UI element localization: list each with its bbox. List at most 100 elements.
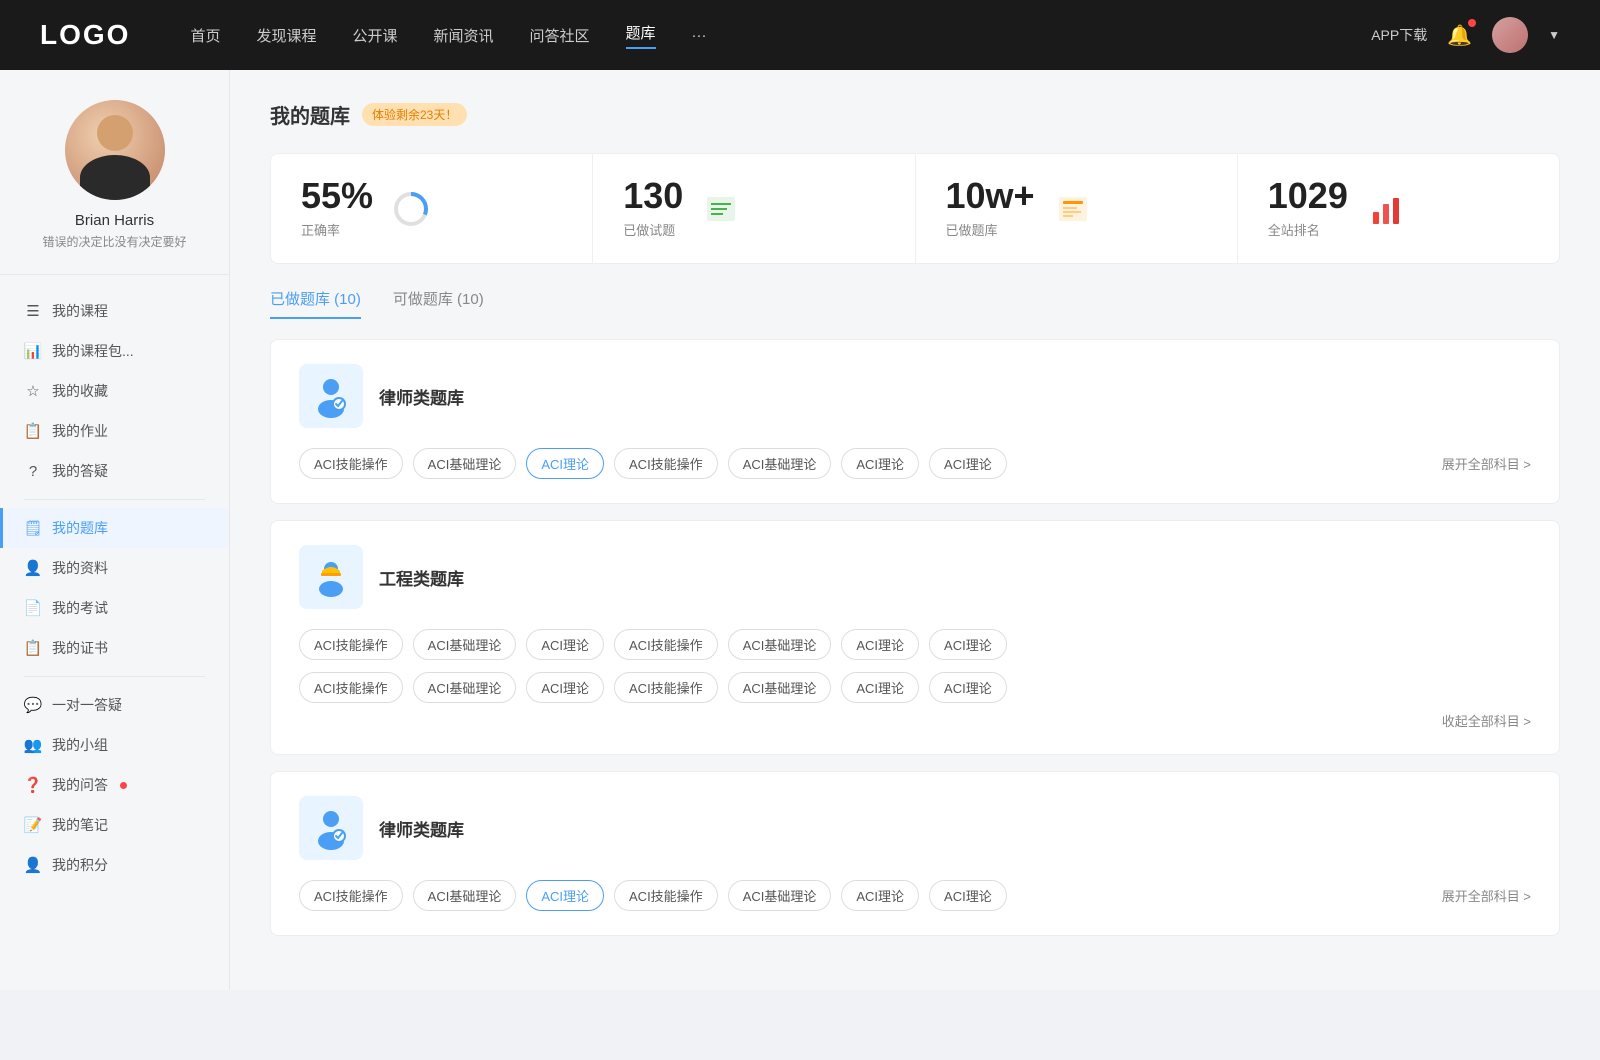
bell-icon: 🔔 xyxy=(1447,25,1472,47)
stat-number-questions: 130 xyxy=(623,178,683,214)
tag-3-6[interactable]: ACI理论 xyxy=(929,880,1007,911)
tag-1-2[interactable]: ACI理论 xyxy=(526,448,604,479)
tag-2-3[interactable]: ACI技能操作 xyxy=(614,629,718,660)
sidebar-item-bank[interactable]: 🗒 我的题库 xyxy=(0,508,229,548)
sidebar-item-points[interactable]: 👤 我的积分 xyxy=(0,845,229,885)
tab-done[interactable]: 已做题库 (10) xyxy=(270,288,361,319)
sidebar-label-homework: 我的作业 xyxy=(52,421,108,441)
tag-1-1[interactable]: ACI基础理论 xyxy=(413,448,517,479)
tag-2-5[interactable]: ACI理论 xyxy=(841,629,919,660)
notification-bell[interactable]: 🔔 xyxy=(1447,23,1472,48)
nav-item-courses[interactable]: 发现课程 xyxy=(256,25,316,46)
sidebar-label-group: 我的小组 xyxy=(52,735,108,755)
certificate-icon: 📋 xyxy=(24,639,42,657)
tag-3-0[interactable]: ACI技能操作 xyxy=(299,880,403,911)
sidebar-divider-2 xyxy=(24,676,205,677)
chevron-down-icon[interactable]: ▼ xyxy=(1548,28,1560,42)
tag-3-4[interactable]: ACI基础理论 xyxy=(728,880,832,911)
expand-link-1[interactable]: 展开全部科目 > xyxy=(1442,454,1531,473)
sidebar-item-questions[interactable]: ❓ 我的问答 xyxy=(0,765,229,805)
sidebar-item-homework[interactable]: 📋 我的作业 xyxy=(0,411,229,451)
chart-icon: 📊 xyxy=(24,342,42,360)
stat-questions-done: 130 已做试题 xyxy=(593,154,915,263)
sidebar-item-certificate[interactable]: 📋 我的证书 xyxy=(0,628,229,668)
tag-3-2[interactable]: ACI理论 xyxy=(526,880,604,911)
tab-available[interactable]: 可做题库 (10) xyxy=(393,288,484,319)
exam-icon: 📄 xyxy=(24,599,42,617)
trial-badge: 体验剩余23天！ xyxy=(362,103,467,126)
page-title: 我的题库 xyxy=(270,100,350,129)
tag-2b-2[interactable]: ACI理论 xyxy=(526,672,604,703)
questions-dot-badge xyxy=(120,782,127,789)
tag-2b-6[interactable]: ACI理论 xyxy=(929,672,1007,703)
tags-row-3: ACI技能操作 ACI基础理论 ACI理论 ACI技能操作 ACI基础理论 AC… xyxy=(299,880,1531,911)
sidebar-item-exam[interactable]: 📄 我的考试 xyxy=(0,588,229,628)
sidebar-label-qa-mine: 我的答疑 xyxy=(52,461,108,481)
nav-item-more[interactable]: ··· xyxy=(692,27,707,44)
tag-2b-0[interactable]: ACI技能操作 xyxy=(299,672,403,703)
tag-3-1[interactable]: ACI基础理论 xyxy=(413,880,517,911)
tag-1-5[interactable]: ACI理论 xyxy=(841,448,919,479)
bank-card-2: 工程类题库 ACI技能操作 ACI基础理论 ACI理论 ACI技能操作 ACI基… xyxy=(270,520,1560,755)
tag-2b-5[interactable]: ACI理论 xyxy=(841,672,919,703)
bank-icon-wrap-3 xyxy=(299,796,363,860)
stat-number-rank: 1029 xyxy=(1268,178,1348,214)
tag-3-3[interactable]: ACI技能操作 xyxy=(614,880,718,911)
user-motto: 错误的决定比没有决定要好 xyxy=(20,233,209,250)
nav-item-home[interactable]: 首页 xyxy=(190,25,220,46)
tag-2-6[interactable]: ACI理论 xyxy=(929,629,1007,660)
collapse-link-2[interactable]: 收起全部科目 > xyxy=(299,711,1531,730)
sidebar-item-my-courses[interactable]: ☰ 我的课程 xyxy=(0,291,229,331)
sidebar-item-one-on-one[interactable]: 💬 一对一答疑 xyxy=(0,685,229,725)
sidebar-label-points: 我的积分 xyxy=(52,855,108,875)
tag-1-4[interactable]: ACI基础理论 xyxy=(728,448,832,479)
nav-item-news[interactable]: 新闻资讯 xyxy=(434,25,494,46)
tag-3-5[interactable]: ACI理论 xyxy=(841,880,919,911)
tag-2b-4[interactable]: ACI基础理论 xyxy=(728,672,832,703)
navbar: LOGO 首页 发现课程 公开课 新闻资讯 问答社区 题库 ··· APP下载 … xyxy=(0,0,1600,70)
sidebar-item-course-packages[interactable]: 📊 我的课程包... xyxy=(0,331,229,371)
notification-badge xyxy=(1468,19,1476,27)
tag-2b-1[interactable]: ACI基础理论 xyxy=(413,672,517,703)
sidebar-item-data[interactable]: 👤 我的资料 xyxy=(0,548,229,588)
sidebar-item-qa-mine[interactable]: ? 我的答疑 xyxy=(0,451,229,491)
stat-text-questions: 130 已做试题 xyxy=(623,178,683,239)
stat-label-banks: 已做题库 xyxy=(946,220,1035,239)
sidebar-label-notes: 我的笔记 xyxy=(52,815,108,835)
sidebar-item-favorites[interactable]: ☆ 我的收藏 xyxy=(0,371,229,411)
tag-2-2[interactable]: ACI理论 xyxy=(526,629,604,660)
stat-banks-done: 10w+ 已做题库 xyxy=(916,154,1238,263)
tag-2-4[interactable]: ACI基础理论 xyxy=(728,629,832,660)
nav-item-qa[interactable]: 问答社区 xyxy=(530,25,590,46)
tag-1-3[interactable]: ACI技能操作 xyxy=(614,448,718,479)
expand-link-3[interactable]: 展开全部科目 > xyxy=(1442,886,1531,905)
stat-icon-banks xyxy=(1051,187,1095,231)
notes-icon: 📝 xyxy=(24,816,42,834)
tag-2b-3[interactable]: ACI技能操作 xyxy=(614,672,718,703)
nav-logo[interactable]: LOGO xyxy=(40,19,130,51)
user-avatar-nav[interactable] xyxy=(1492,17,1528,53)
bank-icon-wrap-1 xyxy=(299,364,363,428)
tag-2-1[interactable]: ACI基础理论 xyxy=(413,629,517,660)
tag-2-0[interactable]: ACI技能操作 xyxy=(299,629,403,660)
page-layout: Brian Harris 错误的决定比没有决定要好 ☰ 我的课程 📊 我的课程包… xyxy=(0,70,1600,990)
chat-icon: 💬 xyxy=(24,696,42,714)
bank-card-1-header: 律师类题库 xyxy=(299,364,1531,428)
avatar-image xyxy=(1492,17,1528,53)
sidebar-label-favorites: 我的收藏 xyxy=(52,381,108,401)
tag-1-0[interactable]: ACI技能操作 xyxy=(299,448,403,479)
sidebar-item-notes[interactable]: 📝 我的笔记 xyxy=(0,805,229,845)
tag-1-6[interactable]: ACI理论 xyxy=(929,448,1007,479)
list-icon xyxy=(702,190,740,228)
nav-item-open[interactable]: 公开课 xyxy=(352,25,397,46)
nav-item-bank[interactable]: 题库 xyxy=(626,22,656,49)
app-download-button[interactable]: APP下载 xyxy=(1371,25,1427,45)
bank-title-3: 律师类题库 xyxy=(379,816,464,841)
stat-number-correct: 55% xyxy=(301,178,373,214)
sidebar-item-group[interactable]: 👥 我的小组 xyxy=(0,725,229,765)
lawyer-icon-3 xyxy=(309,806,353,850)
bank-icon: 🗒 xyxy=(24,519,42,537)
tabs-row: 已做题库 (10) 可做题库 (10) xyxy=(270,288,1560,319)
stat-label-correct: 正确率 xyxy=(301,220,373,239)
nav-items: 首页 发现课程 公开课 新闻资讯 问答社区 题库 ··· xyxy=(190,22,1371,49)
